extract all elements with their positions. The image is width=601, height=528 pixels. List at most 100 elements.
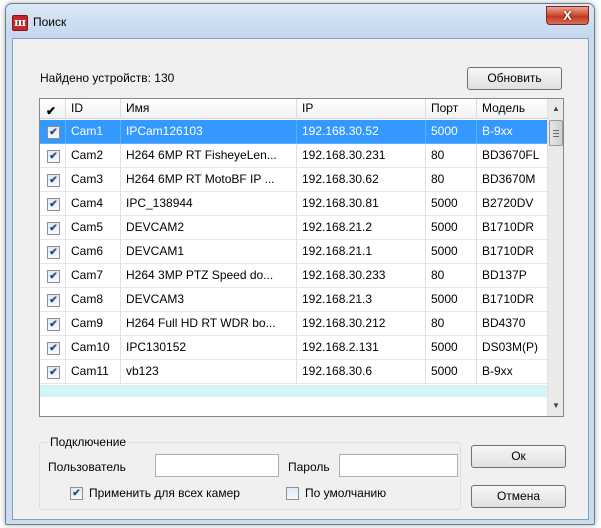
table-row[interactable]: ✔ Cam1 IPCam126103 192.168.30.52 5000 B-9xx: [40, 120, 549, 144]
row-checkbox[interactable]: ✔: [47, 270, 60, 283]
scroll-down-icon[interactable]: ▼: [548, 398, 563, 414]
cell-port: 80: [426, 312, 477, 336]
cell-name: DEVCAM2: [121, 216, 297, 240]
cell-select: ✔: [40, 336, 66, 360]
cell-model: B-9xx: [477, 360, 549, 384]
cell-ip: 192.168.30.233: [297, 264, 426, 288]
column-header-name[interactable]: Имя: [121, 99, 297, 119]
cell-port: 5000: [426, 192, 477, 216]
cell-id: Cam7: [66, 264, 121, 288]
cell-ip: 192.168.30.52: [297, 120, 426, 144]
cell-select: ✔: [40, 144, 66, 168]
title-bar[interactable]: ш Поиск X: [6, 4, 594, 38]
close-button[interactable]: X: [546, 6, 589, 25]
cell-port: 5000: [426, 120, 477, 144]
cell-id: Cam3: [66, 168, 121, 192]
header-select-all[interactable]: ✔: [40, 99, 66, 119]
cell-ip: 192.168.21.3: [297, 288, 426, 312]
row-checkbox[interactable]: ✔: [47, 294, 60, 307]
row-checkbox[interactable]: ✔: [47, 150, 60, 163]
cell-select: ✔: [40, 120, 66, 144]
cell-select: ✔: [40, 264, 66, 288]
cell-name: H264 Full HD RT WDR bo...: [121, 312, 297, 336]
cell-port: 5000: [426, 360, 477, 384]
cell-ip: 192.168.2.131: [297, 336, 426, 360]
dialog-body: Найдено устройств: 130 Обновить ✔ ID Имя…: [12, 38, 589, 520]
column-header-ip[interactable]: IP: [297, 99, 426, 119]
cell-ip: 192.168.21.2: [297, 216, 426, 240]
cell-id: Cam8: [66, 288, 121, 312]
check-all-icon: ✔: [46, 104, 57, 118]
cell-id: Cam1: [66, 120, 121, 144]
row-checkbox[interactable]: ✔: [47, 366, 60, 379]
cell-name: IPC_138944: [121, 192, 297, 216]
table-row[interactable]: ✔ Cam5 DEVCAM2 192.168.21.2 5000 B1710DR: [40, 216, 549, 240]
grip-line: [553, 136, 559, 137]
cell-id: Cam4: [66, 192, 121, 216]
cell-name: H264 6MP RT FisheyeLen...: [121, 144, 297, 168]
column-header-model[interactable]: Модель: [477, 99, 549, 119]
cell-port: 80: [426, 168, 477, 192]
cell-port: 5000: [426, 240, 477, 264]
cell-port: 5000: [426, 336, 477, 360]
password-label: Пароль: [288, 460, 330, 474]
table-row[interactable]: ✔ Cam11 vb123 192.168.30.6 5000 B-9xx: [40, 360, 549, 384]
devices-found-label: Найдено устройств: 130: [40, 71, 175, 85]
table-row-partial[interactable]: [40, 385, 549, 397]
table-row[interactable]: ✔ Cam7 H264 3MP PTZ Speed do... 192.168.30.…: [40, 264, 549, 288]
default-check-box: [286, 487, 299, 500]
ok-button[interactable]: Ок: [471, 445, 566, 468]
cell-model: B-9xx: [477, 120, 549, 144]
window-title: Поиск: [33, 15, 67, 29]
cell-select: ✔: [40, 360, 66, 384]
table-header: ✔ ID Имя IP Порт Модель: [40, 99, 549, 119]
connection-group: Подключение Пользователь Пароль ✔ Примен…: [39, 435, 461, 510]
user-label: Пользователь: [48, 460, 126, 474]
row-checkbox[interactable]: ✔: [47, 174, 60, 187]
cell-id: Cam11: [66, 360, 121, 384]
user-input[interactable]: [155, 454, 279, 477]
password-input[interactable]: [339, 454, 458, 477]
row-checkbox[interactable]: ✔: [47, 126, 60, 139]
row-checkbox[interactable]: ✔: [47, 342, 60, 355]
table-row[interactable]: ✔ Cam9 H264 Full HD RT WDR bo... 192.168.30…: [40, 312, 549, 336]
vertical-scrollbar[interactable]: ▲ ▼: [547, 99, 563, 416]
cell-port: 5000: [426, 216, 477, 240]
table-row[interactable]: ✔ Cam10 IPC130152 192.168.2.131 5000 DS03M(P): [40, 336, 549, 360]
search-dialog: ш Поиск X Найдено устройств: 130 Обновит…: [5, 3, 595, 525]
cell-port: 80: [426, 264, 477, 288]
cell-port: 80: [426, 144, 477, 168]
cell-ip: 192.168.30.6: [297, 360, 426, 384]
table-row[interactable]: ✔ Cam4 IPC_138944 192.168.30.81 5000 B2720DV: [40, 192, 549, 216]
grip-line: [553, 130, 559, 131]
device-table: ✔ ID Имя IP Порт Модель ✔ Cam1 IPCam126103…: [39, 98, 564, 417]
column-header-id[interactable]: ID: [66, 99, 121, 119]
row-checkbox[interactable]: ✔: [47, 198, 60, 211]
apply-all-label: Применить для всех камер: [89, 486, 240, 500]
row-checkbox[interactable]: ✔: [47, 246, 60, 259]
row-checkbox[interactable]: ✔: [47, 318, 60, 331]
refresh-button[interactable]: Обновить: [467, 67, 562, 90]
table-row[interactable]: ✔ Cam8 DEVCAM3 192.168.21.3 5000 B1710DR: [40, 288, 549, 312]
cell-ip: 192.168.30.62: [297, 168, 426, 192]
row-checkbox[interactable]: ✔: [47, 222, 60, 235]
default-label: По умолчанию: [305, 486, 387, 500]
table-row[interactable]: ✔ Cam6 DEVCAM1 192.168.21.1 5000 B1710DR: [40, 240, 549, 264]
cell-model: DS03M(P): [477, 336, 549, 360]
grip-line: [553, 133, 559, 134]
cell-ip: 192.168.30.231: [297, 144, 426, 168]
cell-id: Cam6: [66, 240, 121, 264]
cell-select: ✔: [40, 240, 66, 264]
cell-select: ✔: [40, 312, 66, 336]
cell-name: H264 6MP RT MotoBF IP ...: [121, 168, 297, 192]
cell-id: Cam5: [66, 216, 121, 240]
cell-name: IPC130152: [121, 336, 297, 360]
scroll-thumb[interactable]: [549, 120, 563, 146]
table-row[interactable]: ✔ Cam3 H264 6MP RT MotoBF IP ... 192.168.30…: [40, 168, 549, 192]
scroll-up-icon[interactable]: ▲: [548, 101, 563, 117]
cell-ip: 192.168.30.212: [297, 312, 426, 336]
cancel-button[interactable]: Отмена: [471, 485, 566, 508]
cell-select: ✔: [40, 192, 66, 216]
table-row[interactable]: ✔ Cam2 H264 6MP RT FisheyeLen... 192.168.30…: [40, 144, 549, 168]
column-header-port[interactable]: Порт: [426, 99, 477, 119]
